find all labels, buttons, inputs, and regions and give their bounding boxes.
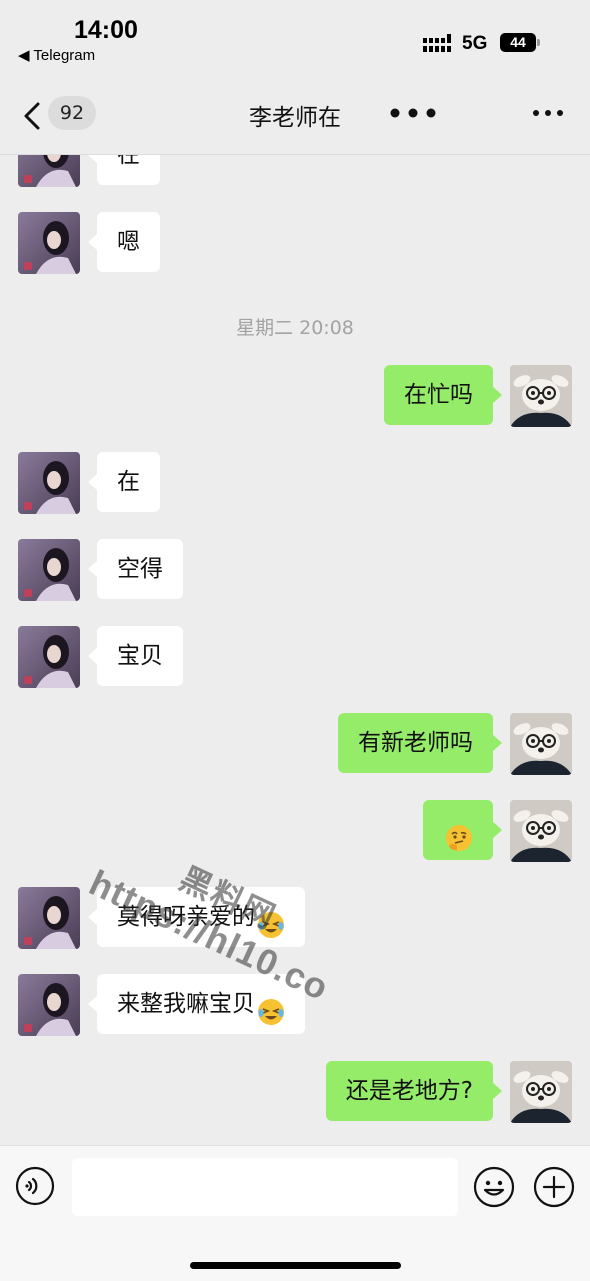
incoming-message-row: 来整我嘛宝贝 <box>0 974 590 1036</box>
battery-icon: 44 <box>500 33 540 52</box>
message-text: 嗯 <box>117 229 140 255</box>
more-menu-icon[interactable] <box>532 108 564 118</box>
incoming-message-row: 空得 <box>0 539 590 601</box>
contact-avatar[interactable] <box>18 155 80 187</box>
message-bubble[interactable]: 嗯 <box>88 212 160 272</box>
message-text: 在忙吗 <box>404 382 473 408</box>
my-avatar[interactable] <box>510 713 572 775</box>
contact-avatar[interactable] <box>18 974 80 1036</box>
message-bubble[interactable]: 有新老师吗 <box>338 713 502 773</box>
back-to-telegram-link[interactable]: ◀ Telegram <box>18 46 95 64</box>
my-avatar[interactable] <box>510 365 572 427</box>
incoming-message-row: 嗯 <box>0 212 590 274</box>
message-text: 宝贝 <box>117 643 163 669</box>
contact-avatar[interactable] <box>18 212 80 274</box>
network-type: 5G <box>462 33 488 54</box>
outgoing-message-row: 还是老地方? <box>0 1061 590 1123</box>
plus-icon[interactable] <box>533 1166 575 1208</box>
signal-icon <box>423 34 451 52</box>
message-input[interactable] <box>72 1158 458 1216</box>
contact-avatar[interactable] <box>18 626 80 688</box>
laughing-crying-face-icon <box>257 989 285 1025</box>
message-text: 还是老地方? <box>345 1078 473 1104</box>
contact-avatar[interactable] <box>18 539 80 601</box>
message-text: 莫得呀亲爱的 <box>117 904 255 930</box>
voice-input-icon[interactable] <box>15 1166 55 1206</box>
laughing-crying-face-icon <box>257 902 285 938</box>
message-text: 来整我嘛宝贝 <box>117 991 255 1017</box>
timestamp-divider: 星期二 20:08 <box>236 317 354 339</box>
message-bubble[interactable]: 宝贝 <box>88 626 183 686</box>
message-bubble[interactable]: 莫得呀亲爱的 <box>88 887 305 947</box>
chat-message-list[interactable]: 星期二 20:08 在嗯在忙吗在空得 宝贝 有新老师吗 莫得呀亲爱的 来整我嘛宝贝 还是老地… <box>0 155 590 1145</box>
incoming-message-row: 在 <box>0 155 590 187</box>
my-avatar[interactable] <box>510 1061 572 1123</box>
chat-header: 92 李老师在 <box>0 80 590 155</box>
incoming-message-row: 在 <box>0 452 590 514</box>
incoming-message-row: 莫得呀亲爱的 <box>0 887 590 949</box>
thinking-face-icon <box>445 815 473 851</box>
contact-avatar[interactable] <box>18 887 80 949</box>
emoji-icon[interactable] <box>473 1166 515 1208</box>
typing-dots-icon <box>390 108 436 118</box>
message-bubble[interactable]: 在 <box>88 452 160 512</box>
message-text: 有新老师吗 <box>358 730 473 756</box>
my-avatar[interactable] <box>510 800 572 862</box>
contact-avatar[interactable] <box>18 452 80 514</box>
outgoing-message-row: 有新老师吗 <box>0 713 590 775</box>
message-bubble[interactable]: 在忙吗 <box>384 365 502 425</box>
outgoing-message-row <box>0 800 590 862</box>
input-bar <box>0 1145 590 1281</box>
message-bubble[interactable]: 在 <box>88 155 160 185</box>
message-bubble[interactable] <box>423 800 502 860</box>
status-time: 14:00 <box>74 16 138 44</box>
message-text: 在 <box>117 469 140 495</box>
message-bubble[interactable]: 来整我嘛宝贝 <box>88 974 305 1034</box>
message-bubble[interactable]: 还是老地方? <box>325 1061 503 1121</box>
message-text: 在 <box>117 155 140 168</box>
message-bubble[interactable]: 空得 <box>88 539 183 599</box>
chat-title: 李老师在 <box>249 105 341 131</box>
home-indicator <box>190 1262 401 1269</box>
message-text: 空得 <box>117 556 163 582</box>
incoming-message-row: 宝贝 <box>0 626 590 688</box>
outgoing-message-row: 在忙吗 <box>0 365 590 427</box>
status-bar: 14:00 ◀ Telegram 5G 44 <box>0 0 590 80</box>
